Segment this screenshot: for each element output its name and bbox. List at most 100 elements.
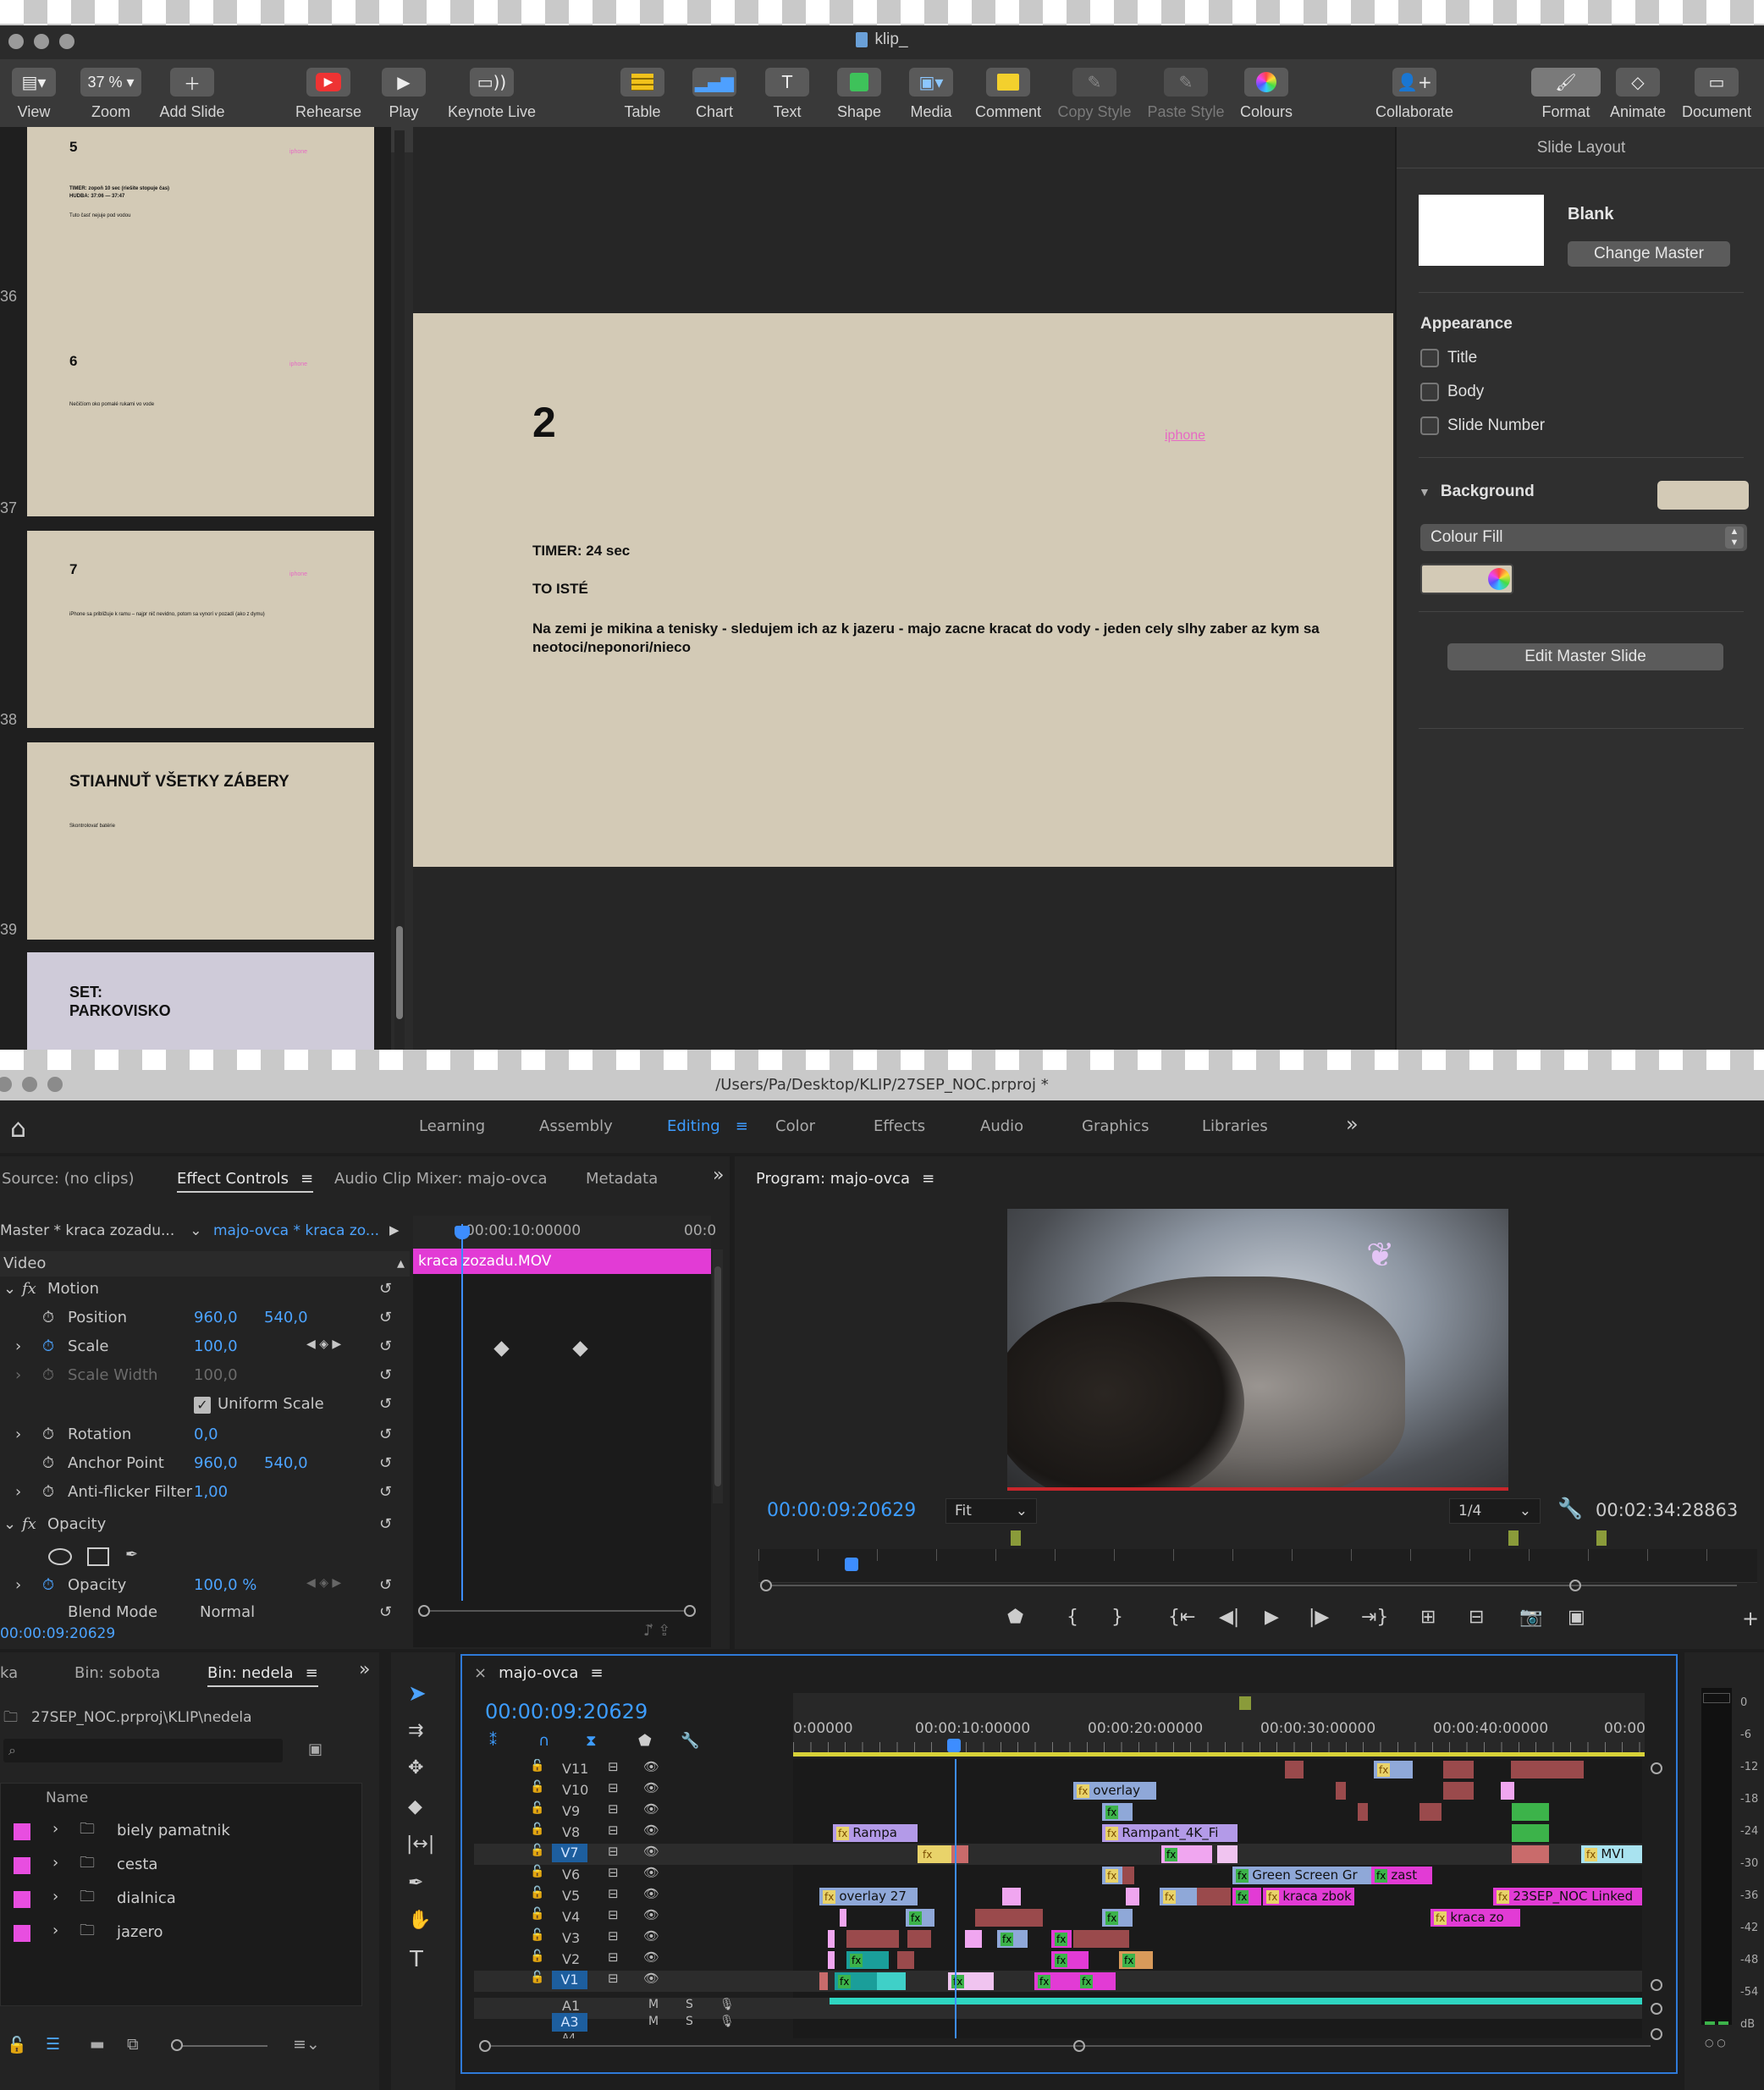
- timeline-vertical-scroll[interactable]: [1649, 1762, 1666, 2040]
- program-timecode[interactable]: 00:00:09:20629: [767, 1500, 916, 1521]
- copy-style-button[interactable]: ✎ Copy Style: [1048, 68, 1141, 121]
- navigator-scroll-thumb[interactable]: [396, 926, 403, 1019]
- position-row[interactable]: ⏱ Position 960,0 540,0 ↺: [0, 1309, 406, 1337]
- eye-icon[interactable]: 👁: [643, 1907, 659, 1922]
- clip[interactable]: [1285, 1761, 1304, 1778]
- more-workspaces-icon[interactable]: »: [1346, 1112, 1359, 1136]
- reset-icon[interactable]: ↺: [379, 1337, 392, 1355]
- slide-canvas[interactable]: 2 iphone TIMER: 24 sec TO ISTÉ Na zemi j…: [413, 313, 1393, 867]
- more-panels-icon[interactable]: »: [359, 1659, 370, 1680]
- eye-icon[interactable]: 👁: [643, 1949, 659, 1965]
- slide-number-checkbox[interactable]: Slide Number: [1420, 416, 1545, 435]
- workspace-graphics[interactable]: Graphics: [1082, 1117, 1149, 1135]
- freeform-view-icon[interactable]: ⧉: [127, 2035, 139, 2054]
- change-master-button[interactable]: Change Master: [1568, 241, 1730, 267]
- sync-lock-icon[interactable]: ⊟: [608, 1801, 619, 1817]
- timeline-tab[interactable]: × majo-ovca ≡: [474, 1664, 604, 1682]
- clip[interactable]: [1336, 1782, 1346, 1800]
- clip[interactable]: [897, 1951, 914, 1969]
- eye-icon[interactable]: 👁: [643, 1865, 659, 1880]
- rectangle-mask-icon[interactable]: [87, 1547, 109, 1566]
- fill-type-select[interactable]: Colour Fill ▲ ▼: [1420, 524, 1747, 551]
- colour-wheel-icon[interactable]: [1488, 568, 1510, 590]
- workspace-assembly[interactable]: Assembly: [539, 1117, 613, 1135]
- ec-playhead[interactable]: [461, 1224, 463, 1601]
- clip[interactable]: fx: [1119, 1951, 1153, 1969]
- clip[interactable]: fx: [918, 1845, 951, 1863]
- clip[interactable]: [975, 1909, 1043, 1927]
- eye-icon[interactable]: 👁: [643, 1801, 659, 1817]
- tab-source[interactable]: Source: (no clips): [2, 1170, 135, 1188]
- clip[interactable]: fx overlay 27: [819, 1888, 918, 1905]
- uniform-scale-row[interactable]: ✓ Uniform Scale ↺: [0, 1395, 406, 1424]
- title-checkbox[interactable]: Title: [1420, 349, 1477, 367]
- background-disclosure[interactable]: ▼ Background: [1419, 483, 1535, 501]
- marker-icon[interactable]: [1508, 1530, 1519, 1546]
- mark-out-icon[interactable]: }: [1111, 1607, 1123, 1628]
- linked-selection-icon[interactable]: ⧗: [586, 1732, 597, 1750]
- clip[interactable]: [819, 1972, 828, 1990]
- clip[interactable]: fx Green Screen Gr: [1232, 1867, 1371, 1884]
- ec-scrollbar[interactable]: [713, 1249, 723, 1503]
- snap-icon[interactable]: ∩: [538, 1732, 549, 1750]
- lock-icon[interactable]: 🔓: [530, 1886, 544, 1900]
- clip[interactable]: [1197, 1888, 1231, 1905]
- reset-icon[interactable]: ↺: [379, 1395, 392, 1413]
- add-marker-icon[interactable]: ⬟: [1007, 1607, 1023, 1628]
- clip[interactable]: [1358, 1803, 1368, 1821]
- step-forward-icon[interactable]: |▶: [1309, 1607, 1329, 1628]
- stopwatch-icon[interactable]: ⏱: [42, 1309, 54, 1326]
- sync-lock-icon[interactable]: ⊟: [608, 1865, 619, 1880]
- lock-icon[interactable]: 🔓: [530, 1865, 544, 1878]
- clip[interactable]: fx: [1077, 1972, 1116, 1990]
- reset-icon[interactable]: ↺: [379, 1483, 392, 1501]
- eye-icon[interactable]: 👁: [643, 1780, 659, 1795]
- microphone-icon[interactable]: 🎙: [719, 2015, 735, 2028]
- tab-metadata[interactable]: Metadata: [586, 1170, 658, 1188]
- eye-icon[interactable]: 👁: [643, 1823, 659, 1838]
- go-to-in-icon[interactable]: {⇤: [1168, 1607, 1195, 1628]
- edit-master-slide-button[interactable]: Edit Master Slide: [1447, 643, 1723, 670]
- lift-icon[interactable]: ⊞: [1420, 1607, 1436, 1628]
- sync-lock-icon[interactable]: ⊟: [608, 1886, 619, 1901]
- pen-tool-icon[interactable]: ✒: [408, 1872, 423, 1894]
- chevron-right-icon[interactable]: ›: [52, 1922, 58, 1939]
- solo-button[interactable]: S: [686, 2015, 693, 2028]
- microphone-icon[interactable]: 🎙: [719, 1998, 735, 2011]
- clip[interactable]: fx: [1232, 1888, 1261, 1905]
- clip[interactable]: fx zast: [1371, 1867, 1432, 1884]
- reset-icon[interactable]: ↺: [379, 1454, 392, 1472]
- workspace-libraries[interactable]: Libraries: [1202, 1117, 1268, 1135]
- rotation-row[interactable]: › ⏱ Rotation 0,0 ↺: [0, 1426, 406, 1454]
- sync-lock-icon[interactable]: ⊟: [608, 1949, 619, 1965]
- clip[interactable]: fx: [1160, 1888, 1197, 1905]
- clip[interactable]: fx Rampant_4K_Fi: [1102, 1824, 1238, 1842]
- close-icon[interactable]: ×: [474, 1664, 487, 1682]
- clip[interactable]: [1126, 1888, 1139, 1905]
- keyframe-nav-icon[interactable]: ◀ ◈ ▶: [306, 1337, 341, 1351]
- clip[interactable]: [1122, 1867, 1134, 1884]
- more-panels-icon[interactable]: »: [713, 1165, 724, 1186]
- clip[interactable]: fx: [1102, 1803, 1133, 1821]
- clip[interactable]: [828, 1930, 835, 1948]
- stopwatch-icon[interactable]: ⏱: [42, 1454, 54, 1472]
- sync-lock-icon[interactable]: ⊟: [608, 1971, 619, 1986]
- fit-select[interactable]: Fit ⌄: [945, 1498, 1037, 1524]
- marker-icon[interactable]: [1011, 1530, 1021, 1546]
- clip[interactable]: fx: [1034, 1972, 1077, 1990]
- workspace-editing[interactable]: Editing ≡: [667, 1117, 748, 1135]
- program-scrub-bar[interactable]: [758, 1530, 1757, 1583]
- sync-lock-icon[interactable]: ⊟: [608, 1823, 619, 1838]
- zoom-button[interactable]: 37 % ▾ Zoom: [64, 68, 157, 121]
- sync-lock-icon[interactable]: ⊟: [608, 1907, 619, 1922]
- play-triangle-icon[interactable]: ▶: [389, 1222, 400, 1238]
- tab-audio-clip-mixer[interactable]: Audio Clip Mixer: majo-ovca: [334, 1170, 548, 1188]
- add-button-icon[interactable]: +: [1742, 1607, 1759, 1630]
- opacity-value-row[interactable]: › ⏱ Opacity 100,0 % ◀ ◈ ▶ ↺: [0, 1576, 406, 1605]
- menu-lines-icon[interactable]: ≡: [300, 1170, 313, 1188]
- clip[interactable]: fx: [1161, 1845, 1212, 1863]
- lock-icon[interactable]: 🔓: [530, 1907, 544, 1921]
- lock-icon[interactable]: 🔓: [7, 2035, 27, 2054]
- blend-mode-row[interactable]: Blend Mode Normal ↺: [0, 1605, 406, 1624]
- lock-icon[interactable]: 🔓: [530, 1844, 544, 1857]
